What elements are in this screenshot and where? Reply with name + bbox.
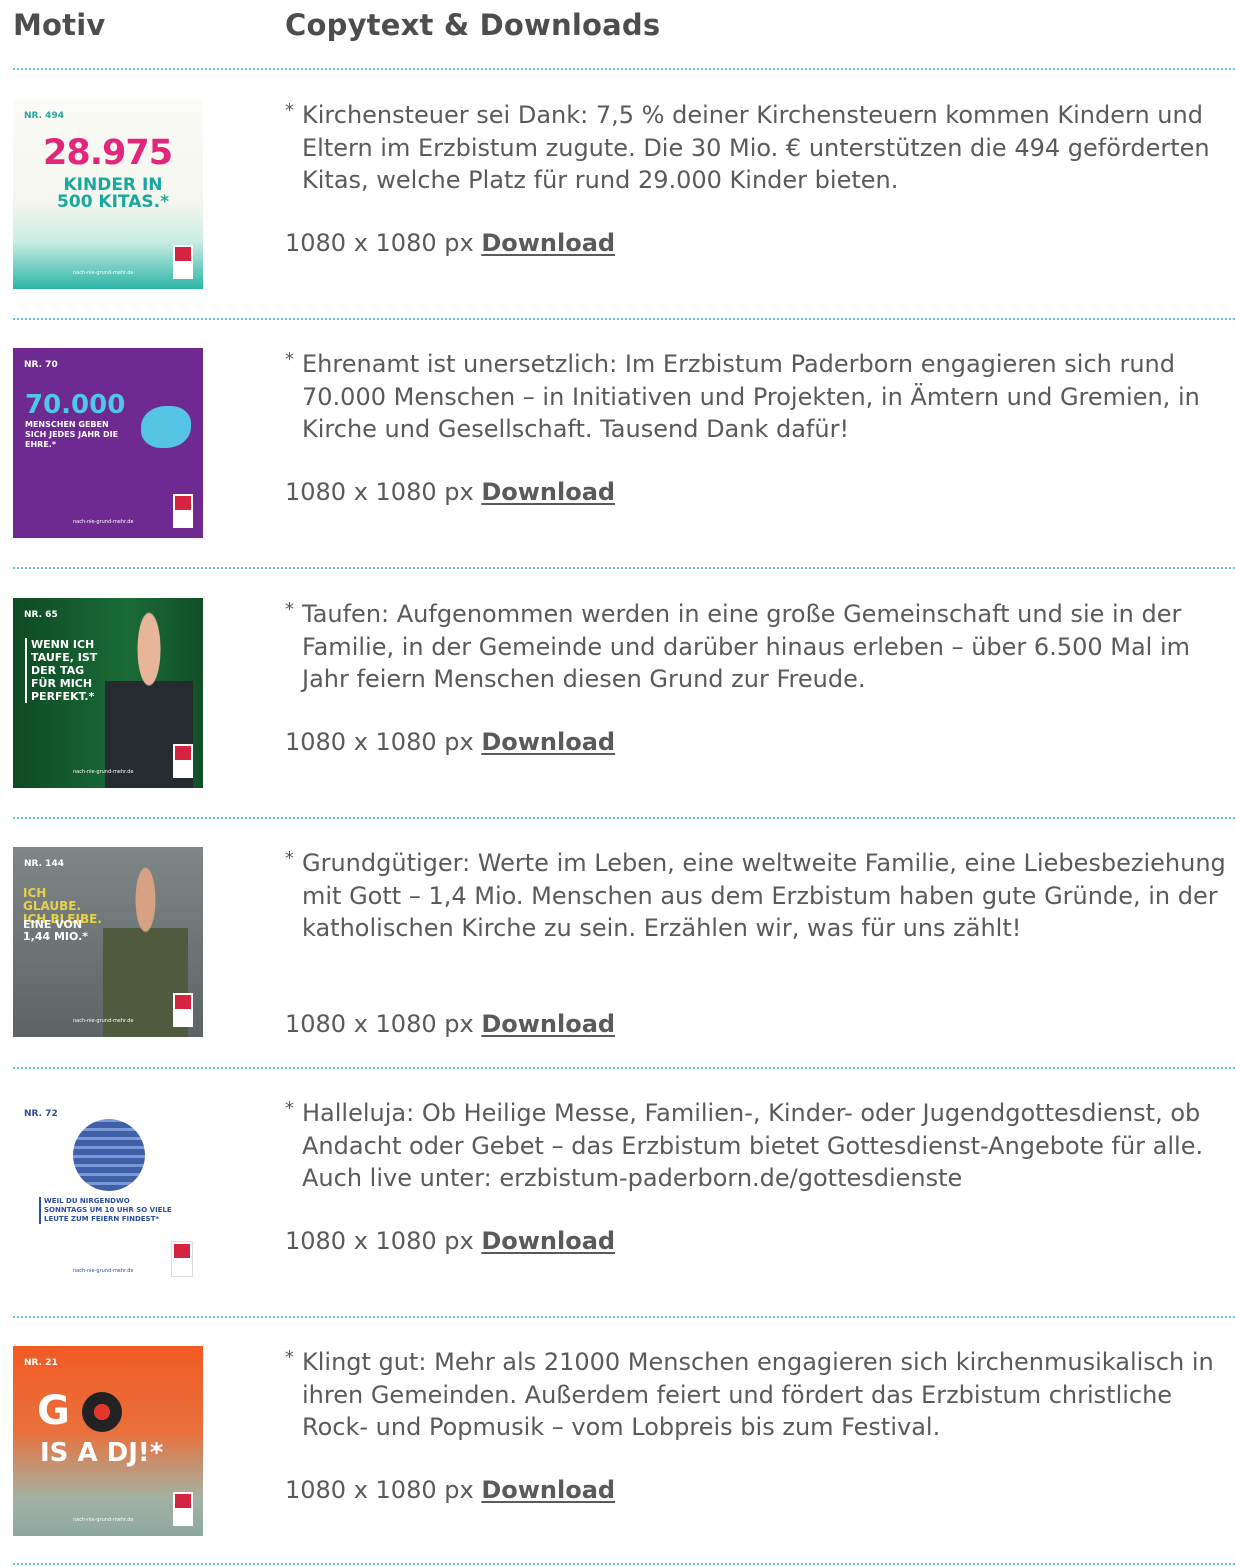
motif-headline: 28.975	[43, 133, 173, 173]
row-divider	[13, 817, 1235, 819]
row-divider	[13, 567, 1235, 569]
clapping-hands-icon	[141, 406, 191, 448]
motif-number: NR. 21	[24, 1358, 58, 1368]
download-link[interactable]: Download	[481, 1227, 615, 1255]
church-logo-icon	[173, 494, 193, 528]
motif-subline: KINDER IN 500 KITAS.*	[57, 175, 169, 212]
row-divider	[13, 1067, 1235, 1069]
column-header-motiv: Motiv	[13, 8, 106, 42]
church-logo-icon	[171, 1241, 193, 1277]
church-logo-icon	[173, 1492, 193, 1526]
motif-thumbnail[interactable]: NR. 70 70.000 MENSCHEN GEBEN SICH JEDES …	[13, 348, 203, 538]
download-link[interactable]: Download	[481, 1476, 615, 1504]
download-line: 1080 x 1080 px Download	[285, 229, 615, 257]
church-logo-icon	[173, 744, 193, 778]
motif-url: nach-nie-grund-mehr.de	[73, 769, 134, 775]
download-line: 1080 x 1080 px Download	[285, 1010, 615, 1038]
image-size: 1080 x 1080 px	[285, 229, 474, 257]
copytext: * Ehrenamt ist unersetzlich: Im Erzbistu…	[285, 349, 1200, 443]
row-divider	[13, 318, 1235, 320]
download-line: 1080 x 1080 px Download	[285, 1476, 615, 1504]
copytext: * Klingt gut: Mehr als 21000 Menschen en…	[285, 1347, 1214, 1441]
motif-number: NR. 494	[24, 111, 64, 121]
motif-headline: WENN ICH TAUFE, IST DER TAG FÜR MICH PER…	[25, 638, 111, 703]
copytext: * Taufen: Aufgenommen werden in eine gro…	[285, 599, 1191, 693]
motif-subline: EINE VON 1,44 MIO.*	[23, 918, 89, 943]
church-logo-icon	[173, 245, 193, 279]
download-line: 1080 x 1080 px Download	[285, 478, 615, 506]
disco-ball-icon	[73, 1119, 145, 1191]
download-link[interactable]: Download	[481, 728, 615, 756]
motif-number: NR. 72	[24, 1109, 58, 1119]
table-header: Motiv Copytext & Downloads	[0, 0, 1235, 68]
motif-thumbnail[interactable]: NR. 65 WENN ICH TAUFE, IST DER TAG FÜR M…	[13, 598, 203, 788]
image-size: 1080 x 1080 px	[285, 1476, 474, 1504]
copytext: * Grundgütiger: Werte im Leben, eine wel…	[285, 848, 1226, 942]
motif-number: NR. 70	[24, 360, 58, 370]
download-line: 1080 x 1080 px Download	[285, 1227, 615, 1255]
motif-url: nach-nie-grund-mehr.de	[73, 1517, 134, 1523]
motif-url: nach-nie-grund-mehr.de	[73, 1268, 134, 1274]
download-link[interactable]: Download	[481, 1010, 615, 1038]
copytext: * Kirchensteuer sei Dank: 7,5 % deiner K…	[285, 100, 1210, 194]
image-size: 1080 x 1080 px	[285, 728, 474, 756]
church-logo-icon	[173, 993, 193, 1027]
row-divider	[13, 68, 1235, 70]
motif-url: nach-nie-grund-mehr.de	[73, 1018, 134, 1024]
image-size: 1080 x 1080 px	[285, 1010, 474, 1038]
motif-number: NR. 144	[24, 859, 64, 869]
motif-url: nach-nie-grund-mehr.de	[73, 270, 134, 276]
copytext: * Halleluja: Ob Heilige Messe, Familien-…	[285, 1098, 1204, 1192]
image-size: 1080 x 1080 px	[285, 478, 474, 506]
motif-thumbnail[interactable]: NR. 144 ICH GLAUBE. ICH BLEIBE. EINE VON…	[13, 847, 203, 1037]
row-divider	[13, 1316, 1235, 1318]
row-divider	[13, 1563, 1235, 1565]
motif-subline: MENSCHEN GEBEN SICH JEDES JAHR DIE EHRE.…	[25, 420, 119, 449]
download-link[interactable]: Download	[481, 229, 615, 257]
image-size: 1080 x 1080 px	[285, 1227, 474, 1255]
motif-number: NR. 65	[24, 610, 58, 620]
motif-subline: IS A DJ!*	[40, 1438, 164, 1468]
download-line: 1080 x 1080 px Download	[285, 728, 615, 756]
motif-thumbnail[interactable]: NR. 72 WEIL DU NIRGENDWO SONNTAGS UM 10 …	[13, 1097, 203, 1287]
motif-headline: WEIL DU NIRGENDWO SONNTAGS UM 10 UHR SO …	[39, 1197, 174, 1224]
vinyl-record-icon	[82, 1392, 122, 1432]
motif-thumbnail[interactable]: NR. 494 28.975 KINDER IN 500 KITAS.* nac…	[13, 99, 203, 289]
motif-url: nach-nie-grund-mehr.de	[73, 519, 134, 525]
motif-headline: 70.000	[25, 390, 126, 420]
download-link[interactable]: Download	[481, 478, 615, 506]
column-header-copytext: Copytext & Downloads	[285, 8, 661, 42]
motif-thumbnail[interactable]: NR. 21 G D IS A DJ!* nach-nie-grund-mehr…	[13, 1346, 203, 1536]
